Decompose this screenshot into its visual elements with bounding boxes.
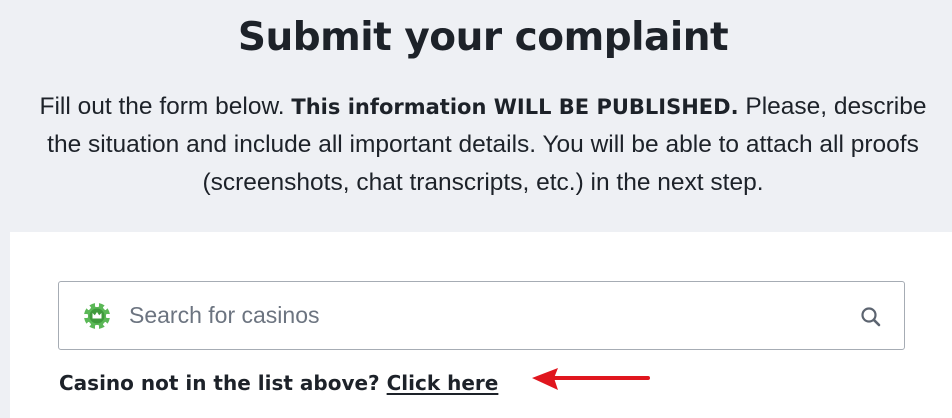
intro-text: Fill out the form below. This informatio… <box>30 88 936 202</box>
casino-search-input[interactable] <box>129 295 829 335</box>
casino-search-box[interactable] <box>58 281 905 350</box>
intro-lead: Fill out the form below. <box>39 93 285 120</box>
casino-not-listed-text: Casino not in the list above? <box>59 371 380 395</box>
search-icon[interactable] <box>859 305 883 329</box>
casino-not-listed-line: Casino not in the list above? Click here <box>59 368 498 398</box>
red-arrow-icon <box>532 368 650 390</box>
page-title: Submit your complaint <box>237 15 729 60</box>
click-here-link[interactable]: Click here <box>387 371 499 395</box>
page-header: Submit your complaint Fill out the form … <box>0 0 952 232</box>
intro-warning: This information WILL BE PUBLISHED. <box>291 95 739 119</box>
casino-chip-icon <box>83 302 111 330</box>
